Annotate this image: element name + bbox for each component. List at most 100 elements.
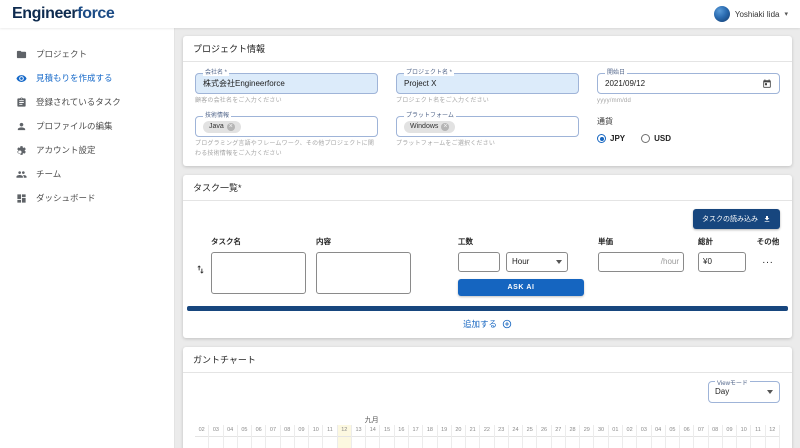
radio-unselected-icon <box>641 134 650 143</box>
tech-helper: プログラミング言語やフレームワーク、その他プロジェクトに関わる技術情報をご入力く… <box>195 140 378 159</box>
gantt-date-column: 17 <box>409 425 423 448</box>
gantt-date-column: 16 <box>395 425 409 448</box>
gantt-date-column: 09 <box>723 425 737 448</box>
project-name-input[interactable] <box>404 79 571 88</box>
chip-remove-icon[interactable]: × <box>227 123 235 131</box>
unit-price-header: 単価 <box>598 236 684 247</box>
sidebar-item-label: ダッシュボード <box>36 192 96 204</box>
currency-option-label: JPY <box>610 134 625 143</box>
add-task-button[interactable]: 追加する <box>195 311 780 338</box>
task-content-column: 内容 <box>316 236 411 294</box>
currency-radio-usd[interactable]: USD <box>641 134 671 143</box>
gantt-date-column: 14 <box>366 425 380 448</box>
task-content-header: 内容 <box>316 236 411 247</box>
platform-input-box[interactable]: プラットフォーム Windows × <box>396 116 579 137</box>
currency-option-label: USD <box>654 134 671 143</box>
chip-remove-icon[interactable]: × <box>441 123 449 131</box>
sidebar-item-label: チーム <box>36 168 61 180</box>
task-content-textarea[interactable] <box>316 252 411 294</box>
gantt-date-column: 06 <box>252 425 266 448</box>
avatar <box>714 6 730 22</box>
gantt-date-column: 11 <box>751 425 765 448</box>
tech-chip-label: Java <box>209 123 224 130</box>
sidebar-item-create-estimate[interactable]: 見積もりを作成する <box>0 66 174 90</box>
logo-text-bold: Engineer <box>12 5 77 22</box>
radio-selected-icon <box>597 134 606 143</box>
start-date-label: 開始日 <box>605 70 627 76</box>
platform-chip[interactable]: Windows × <box>404 121 455 133</box>
app-root: Engineerforce Yoshiaki Iida ▾ プロジェクト 見積も… <box>0 0 800 448</box>
hour-unit-select[interactable]: Hour <box>506 252 568 272</box>
gantt-date-column: 13 <box>352 425 366 448</box>
tech-chip[interactable]: Java × <box>203 121 241 133</box>
gear-icon <box>16 145 27 156</box>
sidebar-item-label: プロファイルの編集 <box>36 120 113 132</box>
folder-icon <box>16 49 27 60</box>
task-name-textarea[interactable] <box>211 252 306 294</box>
sidebar-item-registered-tasks[interactable]: 登録されているタスク <box>0 90 174 114</box>
company-label: 会社名 * <box>203 70 229 76</box>
company-helper: 顧客の会社名をご入力ください <box>195 97 378 106</box>
gantt-date-column: 30 <box>594 425 608 448</box>
load-tasks-button[interactable]: タスクの読み込み <box>693 209 780 229</box>
gantt-card: ガントチャート Viewモード Day 九月 02030405060708091… <box>183 347 792 448</box>
gantt-month-label: 九月 <box>365 415 379 425</box>
project-info-card: プロジェクト情報 会社名 * 顧客の会社名をご入力ください プロジェクト名 * … <box>183 36 792 166</box>
gantt-date-column: 04 <box>224 425 238 448</box>
task-row: タスク名 内容 工数 Hour <box>195 236 780 296</box>
gantt-grid: 0203040506070809101112131415161718192021… <box>195 425 780 448</box>
total-input[interactable] <box>698 252 746 272</box>
gantt-date-column: 20 <box>452 425 466 448</box>
company-input[interactable] <box>203 79 370 88</box>
sidebar-item-team[interactable]: チーム <box>0 162 174 186</box>
man-hours-input[interactable] <box>458 252 500 272</box>
people-icon <box>16 169 27 180</box>
currency-radio-group: JPY USD <box>597 134 780 143</box>
currency-label: 通貨 <box>597 116 780 127</box>
gantt-date-column: 03 <box>209 425 223 448</box>
platform-label: プラットフォーム <box>404 113 456 119</box>
add-task-label: 追加する <box>463 318 497 330</box>
calendar-icon[interactable] <box>762 79 772 89</box>
start-date-input-box: 開始日 <box>597 73 780 94</box>
load-icon <box>763 215 771 223</box>
platform-helper: プラットフォームをご選択ください <box>396 140 579 149</box>
gantt-date-column: 09 <box>295 425 309 448</box>
sidebar: プロジェクト 見積もりを作成する 登録されているタスク プロファイルの編集 アカ… <box>0 28 175 448</box>
gantt-date-column: 07 <box>694 425 708 448</box>
more-options-button[interactable]: ... <box>762 252 773 270</box>
view-mode-select[interactable]: Viewモード Day <box>708 381 780 403</box>
gantt-date-column: 18 <box>423 425 437 448</box>
user-menu[interactable]: Yoshiaki Iida ▾ <box>714 6 788 22</box>
sidebar-item-projects[interactable]: プロジェクト <box>0 42 174 66</box>
app-logo: Engineerforce <box>12 5 114 23</box>
task-list-title: タスク一覧* <box>183 175 792 201</box>
gantt-date-column: 22 <box>480 425 494 448</box>
other-header: その他 <box>757 236 780 247</box>
project-name-helper: プロジェクト名をご入力ください <box>396 97 579 106</box>
gantt-date-column: 07 <box>266 425 280 448</box>
sidebar-item-edit-profile[interactable]: プロファイルの編集 <box>0 114 174 138</box>
gantt-date-column: 24 <box>509 425 523 448</box>
gantt-date-column: 23 <box>495 425 509 448</box>
chevron-down-icon <box>767 390 773 394</box>
view-mode-label: Viewモード <box>715 378 750 387</box>
start-date-input[interactable] <box>605 79 762 88</box>
add-circle-icon <box>502 319 512 329</box>
drag-handle[interactable] <box>195 236 211 280</box>
sidebar-item-label: プロジェクト <box>36 48 87 60</box>
task-name-header: タスク名 <box>211 236 306 247</box>
currency-radio-jpy[interactable]: JPY <box>597 134 625 143</box>
gantt-date-column: 10 <box>737 425 751 448</box>
sidebar-item-dashboard[interactable]: ダッシュボード <box>0 186 174 210</box>
gantt-date-column: 12 <box>338 425 352 448</box>
view-mode-row: Viewモード Day <box>195 381 780 403</box>
ask-ai-button[interactable]: ASK AI <box>458 279 584 296</box>
platform-field: プラットフォーム Windows × プラットフォームをご選択ください <box>396 116 579 159</box>
sidebar-item-label: アカウント設定 <box>36 144 96 156</box>
unit-price-input[interactable] <box>598 252 684 272</box>
gantt-date-column: 25 <box>523 425 537 448</box>
sidebar-item-account-settings[interactable]: アカウント設定 <box>0 138 174 162</box>
tech-input-box[interactable]: 技術情報 Java × <box>195 116 378 137</box>
project-name-label: プロジェクト名 * <box>404 70 454 76</box>
